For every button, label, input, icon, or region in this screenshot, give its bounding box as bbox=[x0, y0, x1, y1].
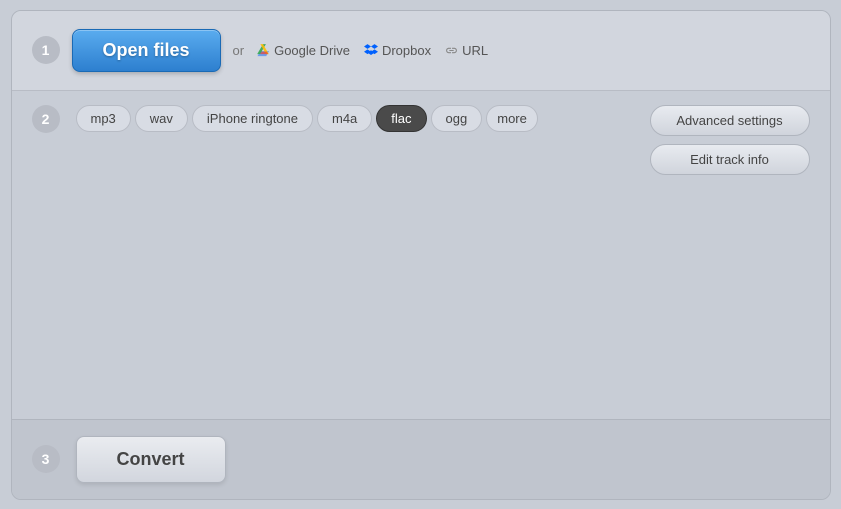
convert-button[interactable]: Convert bbox=[76, 436, 226, 483]
format-tabs: mp3 wav iPhone ringtone m4a flac ogg mor… bbox=[76, 105, 638, 132]
section-2-right: Advanced settings Edit track info bbox=[650, 105, 810, 175]
dropbox-link[interactable]: Dropbox bbox=[364, 43, 431, 58]
open-files-button[interactable]: Open files bbox=[72, 29, 221, 72]
google-drive-link[interactable]: Google Drive bbox=[256, 43, 350, 58]
google-drive-icon bbox=[256, 43, 270, 57]
url-label: URL bbox=[462, 43, 488, 58]
format-tab-ogg[interactable]: ogg bbox=[431, 105, 483, 132]
dropbox-icon bbox=[364, 43, 378, 57]
cloud-links: Google Drive Dropbox URL bbox=[256, 43, 488, 58]
format-tab-m4a[interactable]: m4a bbox=[317, 105, 372, 132]
format-tab-iphone-ringtone[interactable]: iPhone ringtone bbox=[192, 105, 313, 132]
section-2: 2 mp3 wav iPhone ringtone m4a flac ogg m… bbox=[12, 91, 830, 419]
url-link[interactable]: URL bbox=[445, 43, 488, 58]
section-3: 3 Convert bbox=[12, 419, 830, 499]
step-1-number: 1 bbox=[32, 36, 60, 64]
format-and-content: mp3 wav iPhone ringtone m4a flac ogg mor… bbox=[76, 105, 638, 252]
format-tab-mp3[interactable]: mp3 bbox=[76, 105, 131, 132]
section-2-left: mp3 wav iPhone ringtone m4a flac ogg mor… bbox=[76, 105, 810, 405]
file-drop-area bbox=[76, 132, 638, 252]
or-text: or bbox=[233, 43, 245, 58]
more-formats-select[interactable]: more bbox=[486, 105, 538, 132]
advanced-settings-button[interactable]: Advanced settings bbox=[650, 105, 810, 136]
app-container: 1 Open files or Google Drive Dropbox bbox=[11, 10, 831, 500]
edit-track-info-button[interactable]: Edit track info bbox=[650, 144, 810, 175]
google-drive-label: Google Drive bbox=[274, 43, 350, 58]
step-3-number: 3 bbox=[32, 445, 60, 473]
section-1: 1 Open files or Google Drive Dropbox bbox=[12, 11, 830, 91]
dropbox-label: Dropbox bbox=[382, 43, 431, 58]
format-tab-flac[interactable]: flac bbox=[376, 105, 426, 132]
format-tab-wav[interactable]: wav bbox=[135, 105, 188, 132]
step-2-number: 2 bbox=[32, 105, 60, 133]
url-icon bbox=[445, 44, 458, 57]
